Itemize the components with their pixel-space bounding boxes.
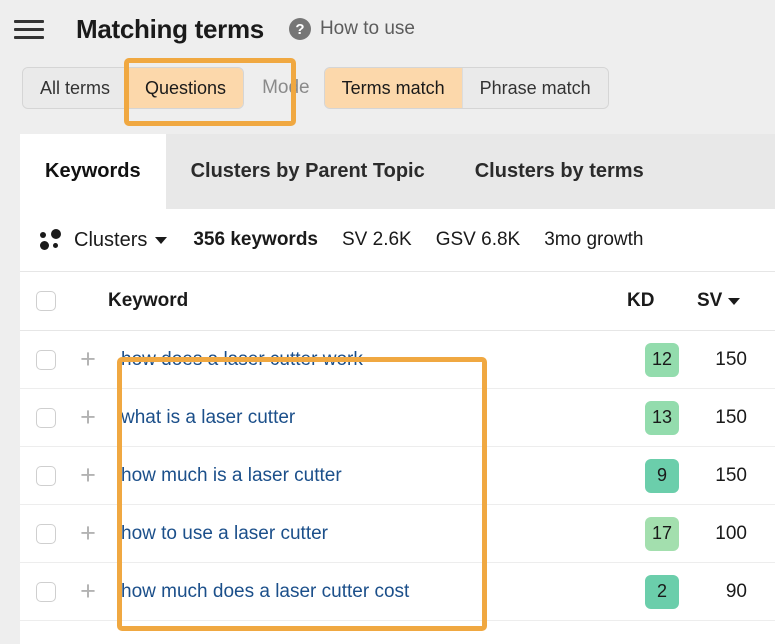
row-checkbox[interactable] xyxy=(36,582,56,602)
how-to-use-link[interactable]: ? How to use xyxy=(289,18,415,40)
filter-bar: All terms Questions Mode Terms match Phr… xyxy=(0,58,775,118)
kd-badge: 12 xyxy=(645,343,679,377)
table-row[interactable]: + how much does a laser cutter cost 2 90 xyxy=(20,563,775,621)
row-select-cell xyxy=(20,505,68,563)
table-header-row: Keyword KD SV xyxy=(20,272,775,331)
row-add-cell: + xyxy=(68,389,108,447)
row-checkbox[interactable] xyxy=(36,350,56,370)
row-checkbox[interactable] xyxy=(36,408,56,428)
stat-gsv: GSV 6.8K xyxy=(436,229,521,251)
table-body: + how does a laser cutter work 12 150 + what … xyxy=(20,331,775,621)
kd-badge: 13 xyxy=(645,401,679,435)
hamburger-bar xyxy=(14,36,44,39)
column-header-kd[interactable]: KD xyxy=(627,272,697,331)
keywords-table: Keyword KD SV + how does a laser cutter w… xyxy=(20,272,775,621)
cluster-dot xyxy=(51,229,61,239)
sv-cell: 90 xyxy=(697,563,775,621)
column-header-sv[interactable]: SV xyxy=(697,272,775,331)
sv-cell: 150 xyxy=(697,331,775,389)
plus-icon[interactable]: + xyxy=(80,578,96,605)
hamburger-bar xyxy=(14,28,44,31)
table-row[interactable]: + how to use a laser cutter 17 100 xyxy=(20,505,775,563)
table-row[interactable]: + what is a laser cutter 13 150 xyxy=(20,389,775,447)
tab-clusters-by-terms[interactable]: Clusters by terms xyxy=(450,134,669,209)
kd-badge: 9 xyxy=(645,459,679,493)
caret-down-icon xyxy=(728,298,740,305)
page-title: Matching terms xyxy=(76,14,264,45)
plus-icon[interactable]: + xyxy=(80,462,96,489)
mode-label: Mode xyxy=(262,77,310,99)
filter-questions[interactable]: Questions xyxy=(128,68,243,108)
stat-3mo-growth: 3mo growth xyxy=(544,229,643,251)
row-add-cell: + xyxy=(68,331,108,389)
keyword-link[interactable]: how much does a laser cutter cost xyxy=(108,581,409,603)
keyword-cell: how to use a laser cutter xyxy=(108,505,627,563)
kd-cell: 17 xyxy=(627,505,697,563)
spacer-header xyxy=(68,272,108,331)
content-panel: Keywords Clusters by Parent Topic Cluste… xyxy=(20,134,775,644)
row-add-cell: + xyxy=(68,505,108,563)
filter-all-terms[interactable]: All terms xyxy=(23,68,128,108)
row-select-cell xyxy=(20,447,68,505)
plus-icon[interactable]: + xyxy=(80,346,96,373)
kd-cell: 2 xyxy=(627,563,697,621)
sv-cell: 150 xyxy=(697,389,775,447)
question-mark-icon: ? xyxy=(289,18,311,40)
plus-icon[interactable]: + xyxy=(80,520,96,547)
row-add-cell: + xyxy=(68,563,108,621)
sv-cell: 100 xyxy=(697,505,775,563)
keyword-cell: how much does a laser cutter cost xyxy=(108,563,627,621)
keyword-link[interactable]: how does a laser cutter work xyxy=(108,349,363,371)
keyword-cell: how does a laser cutter work xyxy=(108,331,627,389)
table-row[interactable]: + how does a laser cutter work 12 150 xyxy=(20,331,775,389)
tab-bar: Keywords Clusters by Parent Topic Cluste… xyxy=(20,134,775,209)
kd-cell: 9 xyxy=(627,447,697,505)
filter-phrase-match[interactable]: Phrase match xyxy=(463,68,608,108)
stat-sv: SV 2.6K xyxy=(342,229,412,251)
clusters-dropdown-label: Clusters xyxy=(74,229,147,252)
how-to-use-label: How to use xyxy=(320,18,415,40)
keywords-count: 356 keywords xyxy=(193,229,318,251)
chevron-down-icon xyxy=(155,237,167,244)
keyword-link[interactable]: how to use a laser cutter xyxy=(108,523,328,545)
plus-icon[interactable]: + xyxy=(80,404,96,431)
cluster-dot xyxy=(40,232,46,238)
row-select-cell xyxy=(20,389,68,447)
row-select-cell xyxy=(20,331,68,389)
cluster-dot xyxy=(53,243,58,248)
row-add-cell: + xyxy=(68,447,108,505)
hamburger-icon[interactable] xyxy=(14,16,46,42)
tab-clusters-by-parent-topic[interactable]: Clusters by Parent Topic xyxy=(166,134,450,209)
filter-terms-match[interactable]: Terms match xyxy=(325,68,463,108)
keyword-cell: how much is a laser cutter xyxy=(108,447,627,505)
match-mode-toggle: Terms match Phrase match xyxy=(324,67,609,109)
hamburger-bar xyxy=(14,20,44,23)
term-scope-toggle: All terms Questions xyxy=(22,67,244,109)
clusters-dropdown[interactable]: Clusters xyxy=(74,229,167,252)
sv-cell: 150 xyxy=(697,447,775,505)
app-header: Matching terms ? How to use xyxy=(0,0,775,58)
stats-row: Clusters 356 keywords SV 2.6K GSV 6.8K 3… xyxy=(20,209,775,272)
select-all-checkbox[interactable] xyxy=(36,291,56,311)
row-select-cell xyxy=(20,563,68,621)
kd-badge: 2 xyxy=(645,575,679,609)
keyword-link[interactable]: what is a laser cutter xyxy=(108,407,295,429)
column-header-sv-label: SV xyxy=(697,290,722,312)
cluster-dot xyxy=(40,241,49,250)
select-all-cell xyxy=(20,272,68,331)
keyword-link[interactable]: how much is a laser cutter xyxy=(108,465,342,487)
clusters-dots-icon xyxy=(40,229,64,251)
kd-cell: 12 xyxy=(627,331,697,389)
column-header-keyword[interactable]: Keyword xyxy=(108,272,627,331)
kd-cell: 13 xyxy=(627,389,697,447)
keyword-cell: what is a laser cutter xyxy=(108,389,627,447)
tab-keywords[interactable]: Keywords xyxy=(20,134,166,209)
kd-badge: 17 xyxy=(645,517,679,551)
row-checkbox[interactable] xyxy=(36,524,56,544)
row-checkbox[interactable] xyxy=(36,466,56,486)
table-row[interactable]: + how much is a laser cutter 9 150 xyxy=(20,447,775,505)
